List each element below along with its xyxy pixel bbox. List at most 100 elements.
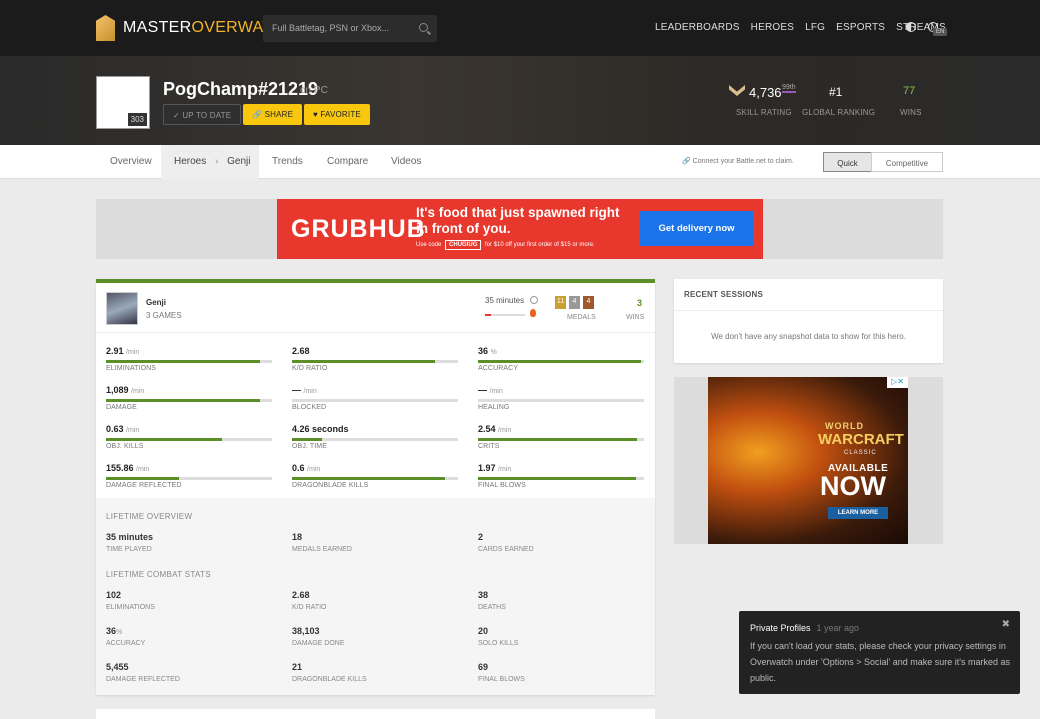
level-badge: 303 [127,113,147,126]
connect-label: Connect your Battle.net to claim. [692,158,794,165]
stat-label: OBJ. TIME [292,443,327,450]
toast-body: If you can't load your stats, please che… [750,641,1011,683]
share-button[interactable]: 🔗 SHARE [243,104,303,125]
tab-compare[interactable]: Compare [327,145,368,179]
stat-value: 0.63 /min [106,424,140,434]
tab-heroes-label[interactable]: Heroes [174,156,206,167]
grubhub-ad[interactable]: GRUBHUB It's food that just spawned righ… [277,199,763,259]
stat-value: 36 % [478,346,497,356]
recent-sessions-empty: We don't have any snapshot data to show … [711,332,906,341]
time-bar [485,314,525,316]
stat-label: K/D RATIO [292,365,328,372]
stat-value: 2.91 /min [106,346,140,356]
lifetime-value: 2 [478,532,484,542]
percentile-badge: 99th [782,84,796,93]
lifetime-value: 69 [478,662,489,672]
stat-blocked: — /min BLOCKED [292,385,458,411]
stat-dragonblade-kills: 0.6 /min DRAGONBLADE KILLS [292,463,458,489]
stat-bar [478,438,644,441]
lifetime-label: DAMAGE DONE [292,640,345,647]
share-label: SHARE [264,110,294,119]
lifetime-value: 35 minutes [106,532,154,542]
recent-sessions-card: RECENT SESSIONS We don't have any snapsh… [674,279,943,363]
lifetime-label: ELIMINATIONS [106,604,155,611]
skill-rating-value: 4,736 [749,85,782,100]
stat-obj-time: 4.26 seconds OBJ. TIME [292,424,458,450]
learn-more-button[interactable]: LEARN MORE [828,507,888,519]
lifetime-value: 20 [478,626,489,636]
chevron-right-icon: › [215,156,219,167]
next-card [96,709,655,719]
lifetime-label: DEATHS [478,604,506,611]
stat-bar [106,399,272,402]
ad-promo-code: CHUGIUG [445,240,482,250]
nav-heroes[interactable]: HEROES [751,22,794,33]
mode-quick-button[interactable]: Quick [823,152,872,172]
stat-label: OBJ. KILLS [106,443,144,450]
stat-label: ELIMINATIONS [106,365,157,372]
lifetime-value: 5,455 [106,662,129,672]
get-delivery-button[interactable]: Get delivery now [640,211,753,246]
nav-lfg[interactable]: LFG [805,22,825,33]
stat-label: DRAGONBLADE KILLS [292,482,369,489]
language-badge[interactable]: EN [933,28,948,36]
logo-text-a: MASTER [123,19,192,36]
stat-bar [478,399,644,402]
search-input[interactable]: Full Battletag, PSN or Xbox... [263,15,437,42]
stat-bar [478,477,644,480]
profile-header: 303 PogChamp#21219 on PC ✓ UP TO DATE 🔗 … [0,56,1040,145]
connect-battlenet-link[interactable]: 🔗 Connect your Battle.net to claim. [682,157,794,165]
lifetime-label: ACCURACY [106,640,146,647]
nav-esports[interactable]: ESPORTS [836,22,885,33]
stat-value: 155.86 /min [106,463,150,473]
mode-competitive-button[interactable]: Competitive [871,152,943,172]
stat-value: 2.68 [292,346,310,356]
tab-heroes[interactable]: Heroes › Genji [161,145,259,179]
lifetime-value: 21 [292,662,303,672]
lifetime-value: 2.68 [292,590,310,600]
lifetime-label: K/D RATIO [292,604,327,611]
favorite-label: FAVORITE [320,110,361,119]
lifetime-label: TIME PLAYED [106,546,152,553]
ad-promo-post: for $10 off your first order of $15 or m… [485,242,595,248]
lifetime-label: CARDS EARNED [478,546,534,553]
tab-genji-label[interactable]: Genji [227,156,250,167]
close-icon[interactable]: ✖ [1002,619,1010,630]
lifetime-value: 38 [478,590,489,600]
wow-warcraft: WARCRAFT [818,431,904,448]
heart-icon: ♥ [313,110,318,119]
nav-leaderboards[interactable]: LEADERBOARDS [655,22,740,33]
hero-wins-value: 3 [637,298,643,308]
theme-toggle-icon[interactable] [906,22,916,32]
stat-value: 1,089 /min [106,385,145,395]
stat-bar [292,438,458,441]
stat-label: FINAL BLOWS [478,482,526,489]
global-ranking-value: #1 [829,85,843,99]
skill-rating-label: SKILL RATING [736,108,792,117]
lifetime-value: 36% [106,626,123,636]
stat-bar [106,477,272,480]
stat-label: BLOCKED [292,404,327,411]
tab-overview[interactable]: Overview [110,145,152,179]
up-to-date-button[interactable]: ✓ UP TO DATE [163,104,242,125]
search-icon[interactable] [419,23,428,32]
ad-close-icon[interactable]: ▷✕ [887,377,908,388]
wow-world: WORLD [825,421,864,431]
stat-bar [106,360,272,363]
stat-healing: — /min HEALING [478,385,644,411]
tab-videos[interactable]: Videos [391,145,421,179]
favorite-button[interactable]: ♥ FAVORITE [304,104,370,125]
link-icon: 🔗 [682,158,691,165]
silver-medal: 4 [569,296,580,309]
link-icon: 🔗 [252,110,263,119]
stat-value: — /min [292,385,317,395]
stat-bar [292,399,458,402]
tab-trends[interactable]: Trends [272,145,303,179]
stat-label: HEALING [478,404,510,411]
wow-classic-ad[interactable]: WORLD WARCRAFT CLASSIC AVAILABLE NOW LEA… [708,377,908,544]
stat-bar [106,438,272,441]
lifetime-label: FINAL BLOWS [478,676,525,683]
stat-value: 0.6 /min [292,463,321,473]
divider [674,310,943,311]
genji-portrait [106,292,138,325]
